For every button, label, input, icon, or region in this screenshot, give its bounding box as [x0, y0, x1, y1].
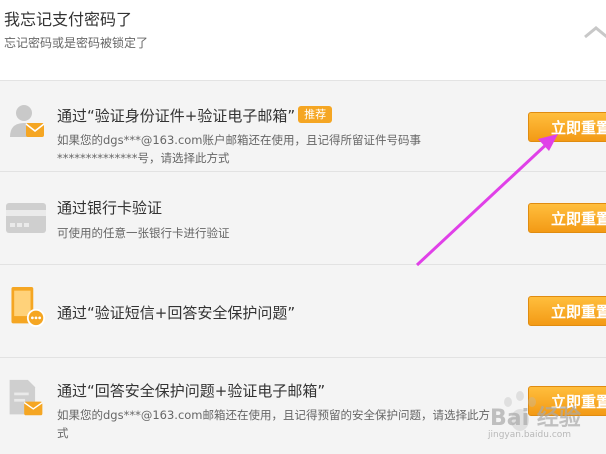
- watermark-url: jingyan.baidu.com: [488, 430, 572, 440]
- watermark-text: Bai 经验: [490, 406, 581, 431]
